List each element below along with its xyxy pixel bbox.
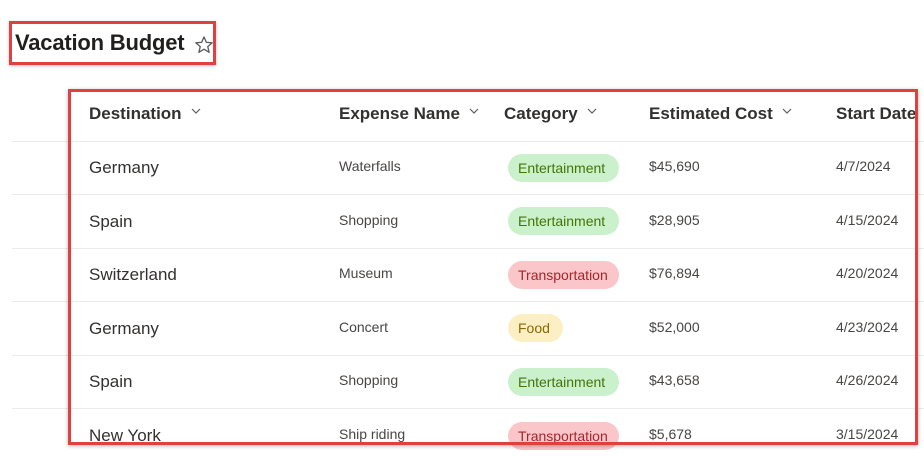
- cell-start-date: 3/15/2024: [836, 426, 899, 442]
- cell-start-date: 4/15/2024: [836, 212, 899, 228]
- column-header-label: Category: [504, 104, 578, 123]
- column-header-expense-name[interactable]: Expense Name: [339, 104, 479, 124]
- chevron-down-icon: [469, 108, 479, 114]
- category-badge: Entertainment: [508, 368, 619, 396]
- column-header-label: Estimated Cost: [649, 104, 773, 123]
- category-badge: Food: [508, 314, 563, 342]
- column-header-label: Expense Name: [339, 104, 460, 123]
- cell-expense-name: Shopping: [339, 212, 399, 228]
- chevron-down-icon: [782, 108, 792, 114]
- cell-start-date: 4/23/2024: [836, 319, 899, 335]
- row-divider: [12, 141, 924, 142]
- cell-destination[interactable]: Germany: [89, 158, 159, 178]
- row-divider: [12, 248, 924, 249]
- cell-estimated-cost: $45,690: [649, 158, 700, 174]
- column-header-start-date[interactable]: Start Date: [836, 104, 916, 124]
- column-header-destination[interactable]: Destination: [89, 104, 201, 124]
- category-badge: Entertainment: [508, 207, 619, 235]
- chevron-down-icon: [587, 108, 597, 114]
- cell-destination[interactable]: Spain: [89, 212, 132, 232]
- cell-expense-name: Museum: [339, 265, 393, 281]
- cell-estimated-cost: $43,658: [649, 372, 700, 388]
- column-header-estimated-cost[interactable]: Estimated Cost: [649, 104, 792, 124]
- cell-destination[interactable]: New York: [89, 426, 161, 446]
- cell-start-date: 4/7/2024: [836, 158, 891, 174]
- column-header-category[interactable]: Category: [504, 104, 597, 124]
- cell-expense-name: Shopping: [339, 372, 399, 388]
- chevron-down-icon: [191, 108, 200, 114]
- cell-start-date: 4/20/2024: [836, 265, 899, 281]
- cell-destination[interactable]: Germany: [89, 319, 159, 339]
- row-divider: [12, 408, 924, 409]
- cell-estimated-cost: $52,000: [649, 319, 700, 335]
- star-icon[interactable]: [193, 34, 215, 56]
- row-divider: [12, 355, 924, 356]
- row-divider: [12, 301, 924, 302]
- column-header-label: Destination: [89, 104, 182, 123]
- cell-estimated-cost: $28,905: [649, 212, 700, 228]
- sharepoint-list-view: Vacation Budget Destination Expense Name…: [0, 0, 924, 456]
- cell-destination[interactable]: Spain: [89, 372, 132, 392]
- category-badge: Transportation: [508, 422, 619, 450]
- cell-expense-name: Ship riding: [339, 426, 406, 442]
- cell-expense-name: Waterfalls: [339, 158, 401, 174]
- cell-start-date: 4/26/2024: [836, 372, 899, 388]
- cell-expense-name: Concert: [339, 319, 389, 335]
- list-title: Vacation Budget: [15, 30, 185, 55]
- category-badge: Transportation: [508, 261, 619, 289]
- cell-estimated-cost: $5,678: [649, 426, 692, 442]
- category-badge: Entertainment: [508, 154, 619, 182]
- column-header-label: Start Date: [836, 104, 917, 123]
- cell-estimated-cost: $76,894: [649, 265, 700, 281]
- row-divider: [12, 194, 924, 195]
- cell-destination[interactable]: Switzerland: [89, 265, 177, 285]
- table-highlight-box: [68, 89, 918, 445]
